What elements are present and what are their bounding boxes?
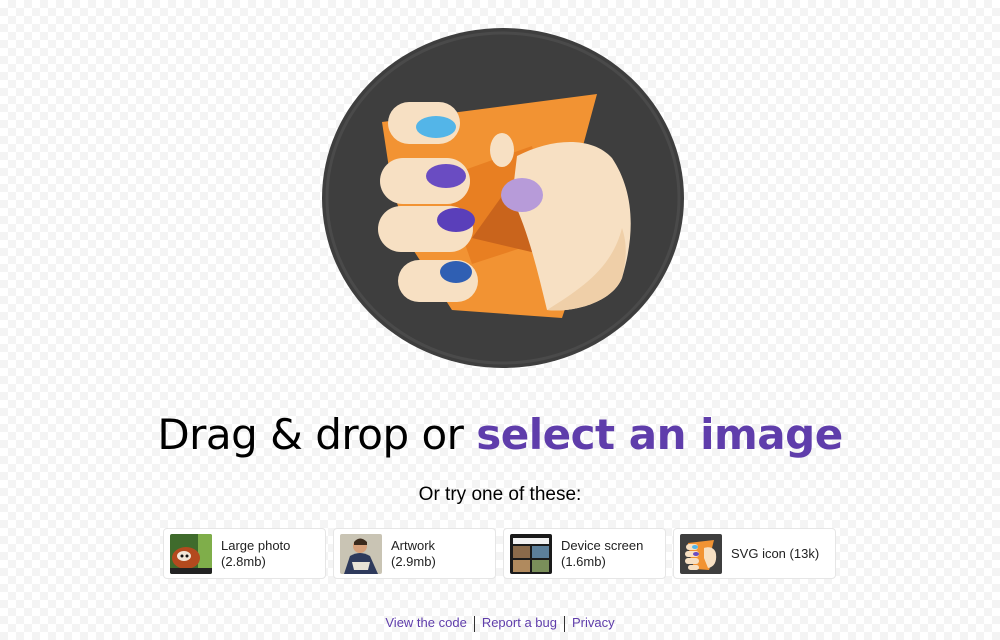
artwork-painting-icon — [340, 533, 382, 574]
demo-size: (2.9mb) — [391, 553, 436, 569]
demo-title: Large photo — [221, 537, 291, 553]
headline-prefix: Drag & drop or — [157, 410, 477, 459]
demo-large-photo-button[interactable]: Large photo (2.8mb) — [163, 528, 326, 579]
report-bug-link[interactable]: Report a bug — [475, 615, 564, 630]
demo-svg-icon-button[interactable]: SVG icon (13k) — [673, 528, 836, 579]
demo-label: Device screen (1.6mb) — [561, 538, 643, 570]
demo-label: Large photo (2.8mb) — [221, 538, 290, 570]
view-code-link[interactable]: View the code — [378, 615, 473, 630]
squoosh-logo[interactable] — [322, 28, 684, 368]
demo-size: (1.6mb) — [561, 553, 606, 569]
demo-label: Artwork (2.9mb) — [391, 538, 436, 570]
squoosh-logo-small-icon — [680, 533, 722, 574]
demo-title: SVG icon (13k) — [731, 545, 820, 561]
demo-label: SVG icon (13k) — [731, 546, 819, 562]
select-image-link[interactable]: select an image — [476, 410, 843, 459]
red-panda-photo-icon — [170, 533, 212, 574]
squoosh-logo-icon — [322, 28, 684, 368]
footer-links: View the code Report a bug Privacy — [0, 614, 1000, 632]
privacy-link[interactable]: Privacy — [565, 615, 622, 630]
demo-device-screen-button[interactable]: Device screen (1.6mb) — [503, 528, 666, 579]
device-screenshot-icon — [510, 533, 552, 574]
demo-list: Large photo (2.8mb) Artwork (2.9mb) Devi… — [163, 528, 845, 581]
demo-title: Artwork — [391, 537, 436, 553]
demo-artwork-button[interactable]: Artwork (2.9mb) — [333, 528, 496, 579]
demo-title: Device screen — [561, 537, 644, 553]
demo-size: (2.8mb) — [221, 553, 266, 569]
demo-subheading: Or try one of these: — [418, 484, 582, 505]
page-headline: Drag & drop or select an image — [0, 408, 1000, 462]
